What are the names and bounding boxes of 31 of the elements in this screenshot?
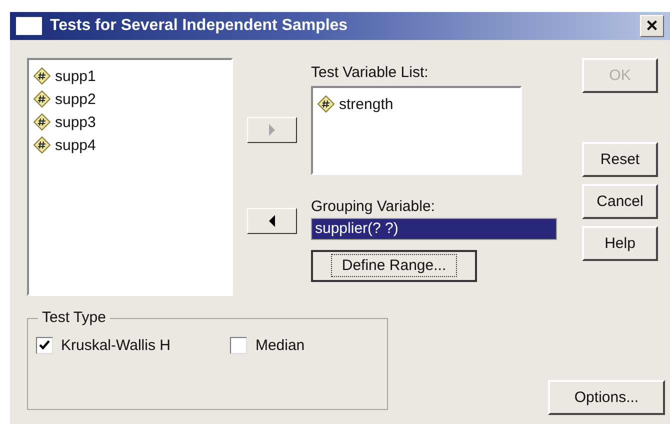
variable-item[interactable]: supp4 bbox=[55, 136, 96, 154]
scale-variable-icon bbox=[33, 90, 51, 108]
dialog-button[interactable]: Reset bbox=[582, 142, 658, 177]
field-label: Grouping Variable: bbox=[311, 198, 436, 217]
test-variable-list[interactable]: strength bbox=[311, 86, 522, 175]
scale-variable-icon bbox=[33, 113, 51, 132]
checkbox-label: Kruskal-Wallis H bbox=[61, 337, 170, 354]
variable-item[interactable]: supp2 bbox=[55, 90, 96, 108]
checkbox-label: Median bbox=[255, 337, 305, 354]
checkbox[interactable] bbox=[36, 337, 53, 354]
scale-variable-icon bbox=[317, 95, 335, 114]
define-range-button[interactable]: Define Range... bbox=[311, 250, 477, 282]
move-button[interactable] bbox=[247, 208, 297, 234]
scale-variable-icon bbox=[33, 136, 51, 154]
group-title: Test Type bbox=[38, 309, 110, 326]
window-title: Tests for Several Independent Samples bbox=[50, 16, 349, 35]
options-button[interactable]: Options... bbox=[548, 380, 665, 415]
left-arrow-icon bbox=[268, 214, 276, 227]
checkbox[interactable] bbox=[230, 337, 248, 354]
right-arrow-icon bbox=[268, 124, 276, 136]
variable-item[interactable]: supp1 bbox=[55, 68, 96, 85]
source-variable-list[interactable]: supp1 supp2 supp3 supp4 bbox=[27, 58, 233, 296]
variable-item[interactable]: supp3 bbox=[55, 114, 96, 131]
dialog-button[interactable]: Cancel bbox=[582, 184, 658, 219]
grouping-variable-field[interactable]: supplier(? ?) bbox=[311, 218, 557, 240]
field-label: Test Variable List: bbox=[311, 64, 430, 83]
scale-variable-icon bbox=[33, 67, 51, 86]
dialog-button[interactable]: Help bbox=[582, 226, 658, 261]
close-button[interactable]: × bbox=[640, 14, 664, 37]
variable-item[interactable]: strength bbox=[339, 96, 394, 113]
window-icon bbox=[16, 16, 42, 35]
